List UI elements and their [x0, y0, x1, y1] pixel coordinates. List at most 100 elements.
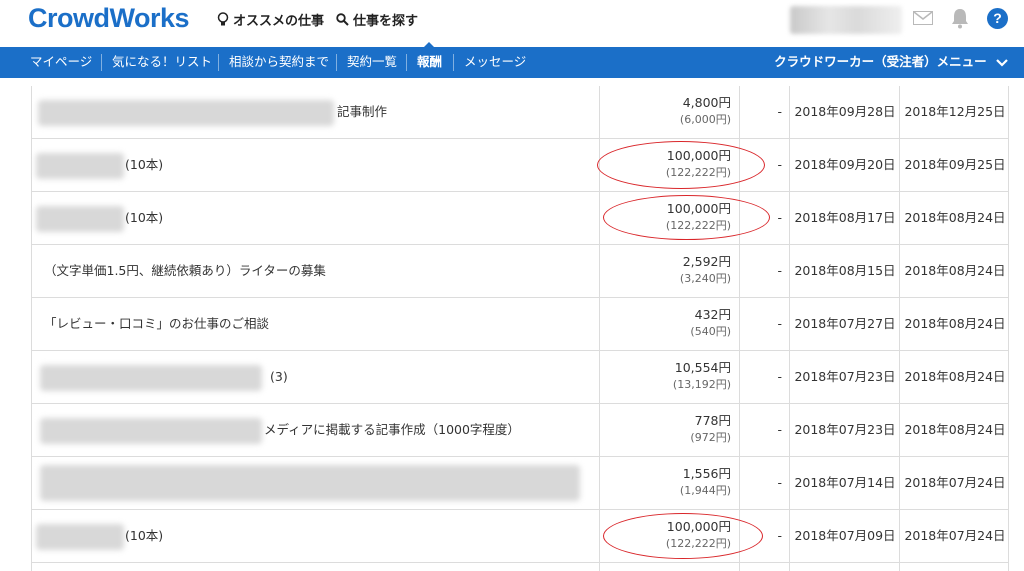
gross-amount: (972円) — [690, 431, 731, 444]
job-title[interactable]: (10本) — [125, 139, 163, 191]
nav-mypage[interactable]: マイページ — [30, 47, 92, 78]
nav-divider — [336, 54, 337, 71]
main-nav: マイページ 気になる！リスト 相談から契約まで 契約一覧 報酬 メッセージ クラ… — [0, 47, 1024, 78]
table-row[interactable]: (3) 10,554円 (13,192円) - 2018年07月23日 2018年… — [31, 351, 1009, 404]
job-title-cell: (10本) — [31, 192, 599, 244]
amount: 1,556円 — [682, 466, 731, 481]
date-end: 2018年08月24日 — [904, 316, 1006, 331]
nav-messages[interactable]: メッセージ — [464, 47, 526, 78]
table-row[interactable]: (10本) 100,000円 (122,222円) - 2018年08月17日 2… — [31, 192, 1009, 245]
date-start: 2018年07月27日 — [794, 316, 896, 331]
date-start: 2018年09月28日 — [794, 104, 896, 119]
date-cell: 2018年08月17日 — [789, 192, 899, 244]
date-cell — [789, 563, 899, 571]
job-title-cell — [31, 563, 599, 571]
blurred-text — [36, 206, 124, 232]
mail-icon[interactable] — [913, 11, 933, 25]
date-cell: 2018年08月24日 — [899, 245, 1009, 297]
lightbulb-icon — [217, 12, 229, 26]
job-title[interactable]: 記事制作 — [337, 86, 387, 138]
help-icon[interactable]: ? — [987, 8, 1008, 29]
blurred-text — [38, 100, 334, 126]
date-end: 2018年08月24日 — [904, 422, 1006, 437]
table-row[interactable]: 「レビュー・口コミ」のお仕事のご相談 432円 (540円) - 2018年07月… — [31, 298, 1009, 351]
search-icon — [336, 13, 349, 26]
nav-watchlist[interactable]: 気になる！リスト — [112, 47, 212, 78]
date-cell: 2018年12月25日 — [899, 86, 1009, 138]
status-cell — [739, 563, 789, 571]
job-title-cell: メディアに掲載する記事作成（1000字程度） — [31, 404, 599, 456]
blurred-text — [40, 418, 262, 444]
status-dash: - — [777, 263, 782, 278]
job-title-cell — [31, 457, 599, 509]
table-row[interactable]: (10本) 100,000円 (122,222円) - 2018年07月09日 2… — [31, 510, 1009, 563]
find-jobs-link[interactable]: 仕事を探す — [336, 10, 418, 29]
nav-contracts[interactable]: 契約一覧 — [347, 47, 397, 78]
date-cell: 2018年09月25日 — [899, 139, 1009, 191]
job-title[interactable]: メディアに掲載する記事作成（1000字程度） — [264, 404, 520, 456]
job-title-cell: （文字単価1.5円、継続依頼あり）ライターの募集 — [31, 245, 599, 297]
nav-divider — [218, 54, 219, 71]
date-start: 2018年07月09日 — [794, 528, 896, 543]
job-title[interactable]: 「レビュー・口コミ」のお仕事のご相談 — [44, 298, 269, 350]
worker-menu-dropdown[interactable]: クラウドワーカー（受注者）メニュー — [774, 47, 1009, 78]
status-dash: - — [777, 316, 782, 331]
worker-menu-label: クラウドワーカー（受注者）メニュー — [774, 54, 987, 69]
nav-divider — [406, 54, 407, 71]
date-end: 2018年07月24日 — [904, 475, 1006, 490]
date-cell: 2018年08月24日 — [899, 192, 1009, 244]
date-cell: 2018年07月24日 — [899, 457, 1009, 509]
status-dash: - — [777, 422, 782, 437]
amount-cell: 432円 (540円) — [599, 298, 739, 350]
nav-rewards[interactable]: 報酬 — [417, 47, 442, 78]
date-cell: 2018年08月15日 — [789, 245, 899, 297]
job-title[interactable]: （文字単価1.5円、継続依頼あり）ライターの募集 — [44, 245, 326, 297]
amount: 432円 — [694, 307, 731, 322]
job-title[interactable]: (10本) — [125, 192, 163, 244]
job-title-cell: (10本) — [31, 510, 599, 562]
date-cell: 2018年09月28日 — [789, 86, 899, 138]
amount-cell: 1,556円 (1,944円) — [599, 457, 739, 509]
crowdworks-logo[interactable]: CrowdWorks — [28, 3, 190, 34]
table-row[interactable]: 記事制作 4,800円 (6,000円) - 2018年09月28日 2018年1… — [31, 86, 1009, 139]
amount-cell: 10,554円 (13,192円) — [599, 351, 739, 403]
table-row — [31, 563, 1009, 571]
date-end: 2018年08月24日 — [904, 210, 1006, 225]
nav-divider — [453, 54, 454, 71]
red-highlight-circle — [597, 141, 765, 189]
date-cell: 2018年08月24日 — [899, 404, 1009, 456]
date-end: 2018年07月24日 — [904, 528, 1006, 543]
date-start: 2018年09月20日 — [794, 157, 896, 172]
date-cell — [899, 563, 1009, 571]
table-row[interactable]: (10本) 100,000円 (122,222円) - 2018年09月20日 2… — [31, 139, 1009, 192]
table-row[interactable]: 1,556円 (1,944円) - 2018年07月14日 2018年07月24日 — [31, 457, 1009, 510]
date-start: 2018年08月15日 — [794, 263, 896, 278]
table-row[interactable]: メディアに掲載する記事作成（1000字程度） 778円 (972円) - 2018… — [31, 404, 1009, 457]
amount-cell: 4,800円 (6,000円) — [599, 86, 739, 138]
date-cell: 2018年07月14日 — [789, 457, 899, 509]
recommended-jobs-label: オススメの仕事 — [233, 14, 325, 29]
date-end: 2018年08月24日 — [904, 369, 1006, 384]
recommended-jobs-link[interactable]: オススメの仕事 — [217, 10, 324, 29]
date-cell: 2018年07月23日 — [789, 351, 899, 403]
blurred-text — [40, 365, 262, 391]
status-dash: - — [777, 369, 782, 384]
nav-consult-to-contract[interactable]: 相談から契約まで — [229, 47, 329, 78]
status-dash: - — [777, 475, 782, 490]
date-cell: 2018年07月23日 — [789, 404, 899, 456]
status-cell: - — [739, 298, 789, 350]
find-jobs-label: 仕事を探す — [353, 14, 419, 29]
user-account-blurred[interactable] — [790, 6, 902, 34]
date-cell: 2018年07月27日 — [789, 298, 899, 350]
gross-amount: (6,000円) — [679, 113, 731, 126]
amount-cell: 778円 (972円) — [599, 404, 739, 456]
status-cell: - — [739, 86, 789, 138]
bell-icon[interactable] — [950, 7, 970, 29]
table-row[interactable]: （文字単価1.5円、継続依頼あり）ライターの募集 2,592円 (3,240円) … — [31, 245, 1009, 298]
red-highlight-circle — [603, 195, 770, 240]
job-title[interactable]: (3) — [270, 351, 288, 403]
job-title[interactable]: (10本) — [125, 510, 163, 562]
amount-cell: 2,592円 (3,240円) — [599, 245, 739, 297]
job-title-cell: 記事制作 — [31, 86, 599, 138]
blurred-text — [36, 153, 124, 179]
